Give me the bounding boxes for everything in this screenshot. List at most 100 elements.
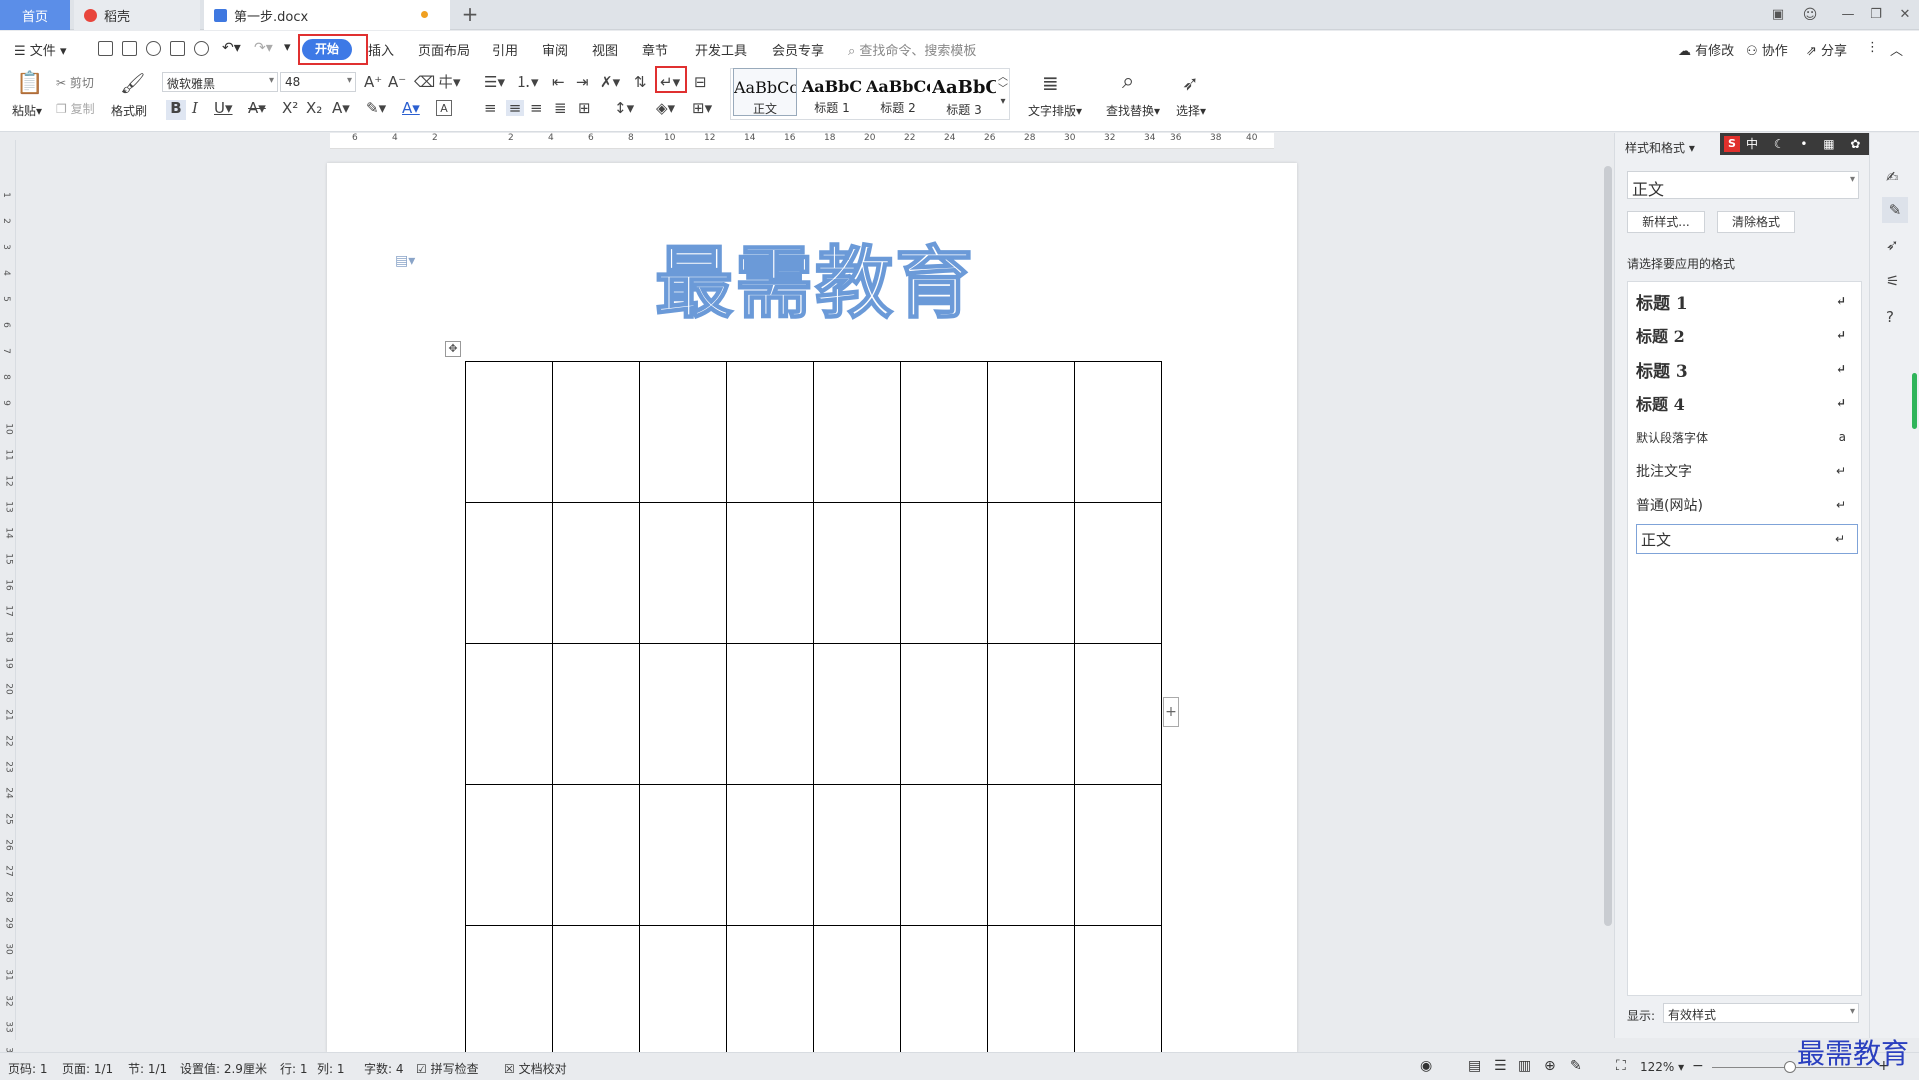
increase-indent-icon[interactable]: ⇥	[576, 74, 589, 90]
cloud-icon[interactable]	[146, 41, 161, 56]
table-cell[interactable]	[900, 361, 988, 503]
font-color-icon[interactable]: A▾	[402, 100, 420, 116]
zoom-level[interactable]: 122% ▾	[1640, 1060, 1684, 1074]
file-menu[interactable]: ☰ 文件 ▾	[14, 40, 66, 59]
fit-page-icon[interactable]: ⛶	[1616, 1058, 1626, 1074]
close-button[interactable]: ✕	[1895, 6, 1915, 24]
print-icon[interactable]	[170, 41, 185, 56]
minimize-button[interactable]: —	[1838, 6, 1858, 24]
paste-button[interactable]: 粘贴▾	[12, 102, 42, 119]
bold-icon[interactable]: B	[166, 100, 186, 120]
style-list-item[interactable]: 正文 ↵	[1636, 524, 1858, 554]
style-list-item[interactable]: 标题 4 ↵	[1636, 388, 1858, 418]
page-view-icon[interactable]: ▤	[1468, 1058, 1481, 1074]
table-cell[interactable]	[1074, 361, 1162, 503]
page-count[interactable]: 页面: 1/1	[62, 1060, 113, 1077]
help-icon[interactable]: ?	[1886, 309, 1894, 325]
menu-reference[interactable]: 引用	[492, 40, 518, 59]
align-right-icon[interactable]: ≡	[530, 100, 543, 116]
text-layout-button[interactable]: 文字排版▾	[1028, 102, 1082, 119]
new-style-button[interactable]: 新样式...	[1627, 211, 1705, 233]
font-name-select[interactable]: 微软雅黑	[162, 72, 278, 92]
paragraph-handle-icon[interactable]: ▤▾	[395, 253, 415, 269]
font-size-select[interactable]: 48	[280, 72, 356, 92]
table-cell[interactable]	[813, 925, 901, 1067]
web-view-icon[interactable]: ⊕	[1544, 1058, 1556, 1074]
table-cell[interactable]	[465, 784, 553, 926]
table-cell[interactable]	[987, 502, 1075, 644]
table-cell[interactable]	[639, 643, 727, 785]
table-cell[interactable]	[465, 361, 553, 503]
show-select[interactable]: 有效样式	[1663, 1003, 1859, 1023]
style-list-item[interactable]: 标题 1 ↵	[1636, 286, 1858, 316]
decrease-indent-icon[interactable]: ⇤	[552, 74, 565, 90]
document-table[interactable]	[465, 361, 1162, 1067]
restore-button[interactable]: ❐	[1866, 6, 1886, 24]
table-cell[interactable]	[987, 643, 1075, 785]
table-cell[interactable]	[987, 784, 1075, 926]
style-heading-3[interactable]: AaBbC 标题 3	[932, 68, 996, 117]
table-cell[interactable]	[813, 502, 901, 644]
more-icon[interactable]: ⋮	[1866, 40, 1879, 55]
vertical-ruler[interactable]: 1 2 3 4 5 6 7 8 9 10 11 12 13 14 15 16 17 18 19 20 21 22 23 24 2…	[0, 140, 16, 1059]
table-cell[interactable]	[1074, 643, 1162, 785]
horizontal-ruler[interactable]: 6 4 2 2 4 6 8 10 12 14 16 18 20 22 24 26…	[330, 133, 1274, 149]
clear-format-button[interactable]: 清除格式	[1717, 211, 1795, 233]
menu-chapter[interactable]: 章节	[642, 40, 668, 59]
column-indicator[interactable]: 列: 1	[317, 1060, 345, 1077]
new-doc-icon[interactable]	[98, 41, 113, 56]
save-icon[interactable]	[122, 41, 137, 56]
tab-docer[interactable]: 稻壳	[74, 0, 200, 30]
select-button[interactable]: 选择▾	[1176, 102, 1206, 119]
style-normal[interactable]: AaBbCcI 正文	[733, 68, 797, 116]
current-style-select[interactable]: 正文	[1627, 171, 1859, 199]
cut-button[interactable]: ✂ 剪切	[56, 74, 94, 91]
style-heading-1[interactable]: AaBbC 标题 1	[800, 68, 864, 116]
line-spacing-icon[interactable]: ↕▾	[614, 100, 634, 116]
menu-review[interactable]: 审阅	[542, 40, 568, 59]
italic-icon[interactable]: I	[192, 100, 198, 116]
subscript-icon[interactable]: X₂	[306, 100, 322, 116]
share-button[interactable]: ⇗ 分享	[1806, 40, 1847, 59]
spell-check-button[interactable]: ☑ 拼写检查	[416, 1060, 479, 1077]
copy-button[interactable]: ❐ 复制	[56, 100, 95, 117]
eye-protect-icon[interactable]: ◉	[1420, 1058, 1432, 1074]
table-cell[interactable]	[726, 784, 814, 926]
align-center-icon[interactable]: ≡	[506, 100, 524, 116]
table-cell[interactable]	[813, 643, 901, 785]
chinese-layout-icon[interactable]: ✗▾	[600, 74, 620, 90]
more-quick-icon[interactable]: ▾	[284, 40, 291, 55]
menu-insert[interactable]: 插入	[368, 40, 394, 59]
command-search[interactable]: ⌕ 查找命令、搜索模板	[848, 40, 976, 59]
superscript-icon[interactable]: X²	[282, 100, 298, 116]
table-move-handle-icon[interactable]: ✥	[445, 341, 461, 357]
align-left-icon[interactable]: ≡	[484, 100, 497, 116]
table-draw-icon[interactable]: ⊟	[694, 74, 707, 90]
undo-icon[interactable]: ↶▾	[222, 40, 241, 56]
style-gallery-more-icon[interactable]: ︿ ﹀ ▾	[998, 72, 1008, 108]
menu-dev-tools[interactable]: 开发工具	[695, 40, 747, 59]
table-cell[interactable]	[726, 361, 814, 503]
table-cell[interactable]	[900, 925, 988, 1067]
find-replace-button[interactable]: 查找替换▾	[1106, 102, 1160, 119]
table-cell[interactable]	[1074, 502, 1162, 644]
char-border-icon[interactable]: A	[436, 100, 452, 116]
collapse-ribbon-icon[interactable]: ︿	[1890, 40, 1903, 59]
format-painter-button[interactable]: 格式刷	[111, 102, 147, 119]
scrollbar-thumb[interactable]	[1604, 166, 1612, 926]
add-column-icon[interactable]: +	[1163, 697, 1179, 727]
style-heading-2[interactable]: AaBbCc 标题 2	[866, 68, 930, 116]
table-cell[interactable]	[1074, 784, 1162, 926]
table-cell[interactable]	[552, 643, 640, 785]
clear-format-icon[interactable]: ⌫	[414, 74, 435, 90]
zoom-out-icon[interactable]: −	[1692, 1058, 1704, 1074]
document-page[interactable]: ▤▾ 最需教育 ✥ +	[327, 163, 1297, 1067]
settings-sliders-icon[interactable]: ⚟	[1886, 273, 1899, 289]
tab-home[interactable]: 首页	[0, 0, 70, 30]
justify-icon[interactable]: ≣	[554, 100, 567, 116]
collab-button[interactable]: ⚇ 协作	[1746, 40, 1788, 59]
underline-icon[interactable]: U▾	[214, 100, 233, 116]
select-cursor-icon[interactable]: ➶	[1182, 72, 1199, 94]
menu-page-layout[interactable]: 页面布局	[418, 40, 470, 59]
table-cell[interactable]	[552, 361, 640, 503]
